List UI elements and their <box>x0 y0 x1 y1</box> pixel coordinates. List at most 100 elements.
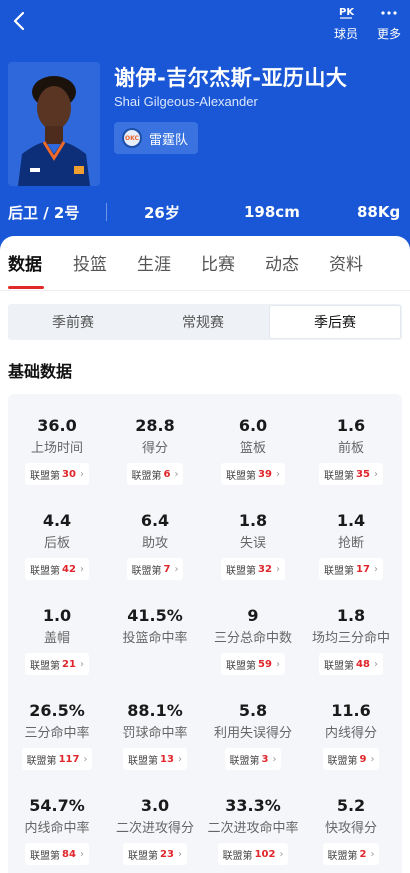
league-rank-link[interactable]: 联盟第 23 › <box>123 843 187 865</box>
rank-prefix: 联盟第 <box>324 565 355 577</box>
league-rank-link[interactable]: 联盟第 32 › <box>221 558 285 580</box>
rank-number: 2 <box>359 848 367 860</box>
stat-value: 1.8 <box>238 511 268 530</box>
stat-value: 1.6 <box>336 416 366 435</box>
team-chip[interactable]: OKC 雷霆队 <box>114 122 199 154</box>
rank-prefix: 联盟第 <box>222 850 253 862</box>
league-rank-link[interactable]: 联盟第 42 › <box>25 558 89 580</box>
rank-number: 30 <box>62 468 76 480</box>
active-tab-indicator <box>8 286 44 289</box>
rank-prefix: 联盟第 <box>226 660 257 672</box>
pk-button[interactable]: PK 球员 <box>326 4 366 42</box>
stat-label: 二次进攻命中率 <box>207 821 299 836</box>
league-rank-link[interactable]: 联盟第 2 › <box>322 843 380 865</box>
rank-prefix: 联盟第 <box>327 850 358 862</box>
season-regular[interactable]: 常规赛 <box>138 304 268 340</box>
rank-prefix: 联盟第 <box>327 755 358 767</box>
player-info-row: 后卫 / 2号 26岁 198cm 88Kg <box>0 197 410 227</box>
player-name-en: Shai Gilgeous-Alexander <box>114 94 258 109</box>
tab-divider <box>0 290 410 291</box>
stat-cell: 28.8 得分 联盟第 6 › <box>106 416 204 485</box>
stat-label: 盖帽 <box>43 631 70 646</box>
stat-cell: 1.6 前板 联盟第 35 › <box>302 416 400 485</box>
rank-prefix: 联盟第 <box>30 565 61 577</box>
player-position: 后卫 / 2号 <box>8 203 80 222</box>
rank-number: 42 <box>62 563 76 575</box>
player-age: 26岁 <box>144 203 180 222</box>
league-rank-link[interactable]: 联盟第 6 › <box>126 463 184 485</box>
rank-prefix: 联盟第 <box>30 850 61 862</box>
stat-label: 失误 <box>239 536 266 551</box>
player-name-cn: 谢伊-吉尔杰斯-亚历山大 <box>114 66 348 90</box>
stat-label: 投篮命中率 <box>122 631 188 646</box>
player-weight: 88Kg <box>357 203 401 221</box>
rank-number: 6 <box>163 468 171 480</box>
league-rank-link[interactable]: 联盟第 59 › <box>221 653 285 675</box>
league-rank-link[interactable]: 联盟第 117 › <box>21 748 93 770</box>
stat-label: 内线得分 <box>324 726 377 741</box>
stat-value: 28.8 <box>135 416 175 435</box>
tab-news[interactable]: 动态 <box>265 250 299 275</box>
rank-number: 3 <box>261 753 269 765</box>
stat-label: 快攻得分 <box>324 821 377 836</box>
chevron-right-icon: › <box>373 468 378 480</box>
chevron-right-icon: › <box>373 658 378 670</box>
stat-label: 利用失误得分 <box>213 726 292 741</box>
stat-cell: 1.0 盖帽联盟第 21 › <box>8 606 106 675</box>
chevron-left-icon <box>13 11 25 31</box>
stat-value: 1.0 <box>42 606 72 625</box>
rank-number: 17 <box>356 563 370 575</box>
stat-value: 5.2 <box>336 796 366 815</box>
stat-label: 助攻 <box>141 536 168 551</box>
chevron-right-icon: › <box>79 658 84 670</box>
tab-career[interactable]: 生涯 <box>137 250 171 275</box>
tab-games[interactable]: 比赛 <box>201 250 235 275</box>
stat-value: 33.3% <box>225 796 281 815</box>
stat-label: 内线命中率 <box>24 821 90 836</box>
stat-value: 4.4 <box>42 511 72 530</box>
stat-label: 上场时间 <box>30 441 83 456</box>
league-rank-link[interactable]: 联盟第 30 › <box>25 463 89 485</box>
stat-cell: 41.5% 投篮命中率 <box>106 606 204 647</box>
league-rank-link[interactable]: 联盟第 3 › <box>224 748 282 770</box>
league-rank-link[interactable]: 联盟第 9 › <box>322 748 380 770</box>
league-rank-link[interactable]: 联盟第 17 › <box>319 558 383 580</box>
rank-prefix: 联盟第 <box>131 470 162 482</box>
rank-prefix: 联盟第 <box>128 850 159 862</box>
rank-number: 39 <box>258 468 272 480</box>
league-rank-link[interactable]: 联盟第 39 › <box>221 463 285 485</box>
league-rank-link[interactable]: 联盟第 13 › <box>123 748 187 770</box>
stat-value: 9 <box>247 606 259 625</box>
more-dots-icon <box>380 4 398 22</box>
season-playoffs[interactable]: 季后赛 <box>270 306 400 338</box>
tab-data[interactable]: 数据 <box>8 250 42 275</box>
back-button[interactable] <box>6 8 32 34</box>
rank-number: 23 <box>160 848 174 860</box>
league-rank-link[interactable]: 联盟第 7 › <box>126 558 184 580</box>
rank-number: 117 <box>58 753 80 765</box>
stat-value: 1.4 <box>336 511 366 530</box>
league-rank-link[interactable]: 联盟第 21 › <box>25 653 89 675</box>
rank-number: 84 <box>62 848 76 860</box>
stat-label: 抢断 <box>337 536 364 551</box>
league-rank-link[interactable]: 联盟第 84 › <box>25 843 89 865</box>
stat-cell: 36.0 上场时间 联盟第 30 › <box>8 416 106 485</box>
tab-profile[interactable]: 资料 <box>329 250 363 275</box>
info-divider <box>106 203 107 221</box>
stat-label: 场均三分命中 <box>311 631 390 646</box>
league-rank-link[interactable]: 联盟第 102 › <box>217 843 289 865</box>
stat-value: 1.8 <box>336 606 366 625</box>
stat-cell: 5.8 利用失误得分 联盟第 3 › <box>204 701 302 770</box>
rank-prefix: 联盟第 <box>324 660 355 672</box>
season-preseason[interactable]: 季前赛 <box>8 304 138 340</box>
stat-cell: 1.4 抢断联盟第 17 › <box>302 511 400 580</box>
rank-number: 59 <box>258 658 272 670</box>
stat-value: 11.6 <box>331 701 371 720</box>
tab-shooting[interactable]: 投篮 <box>73 250 107 275</box>
player-header: PK 球员 更多 谢伊-吉尔杰斯-亚历山大 Shai Gilgeous-Alex… <box>0 0 410 250</box>
rank-prefix: 联盟第 <box>30 470 61 482</box>
league-rank-link[interactable]: 联盟第 35 › <box>319 463 383 485</box>
pk-icon: PK <box>337 4 355 22</box>
league-rank-link[interactable]: 联盟第 48 › <box>319 653 383 675</box>
more-button[interactable]: 更多 <box>369 4 409 42</box>
